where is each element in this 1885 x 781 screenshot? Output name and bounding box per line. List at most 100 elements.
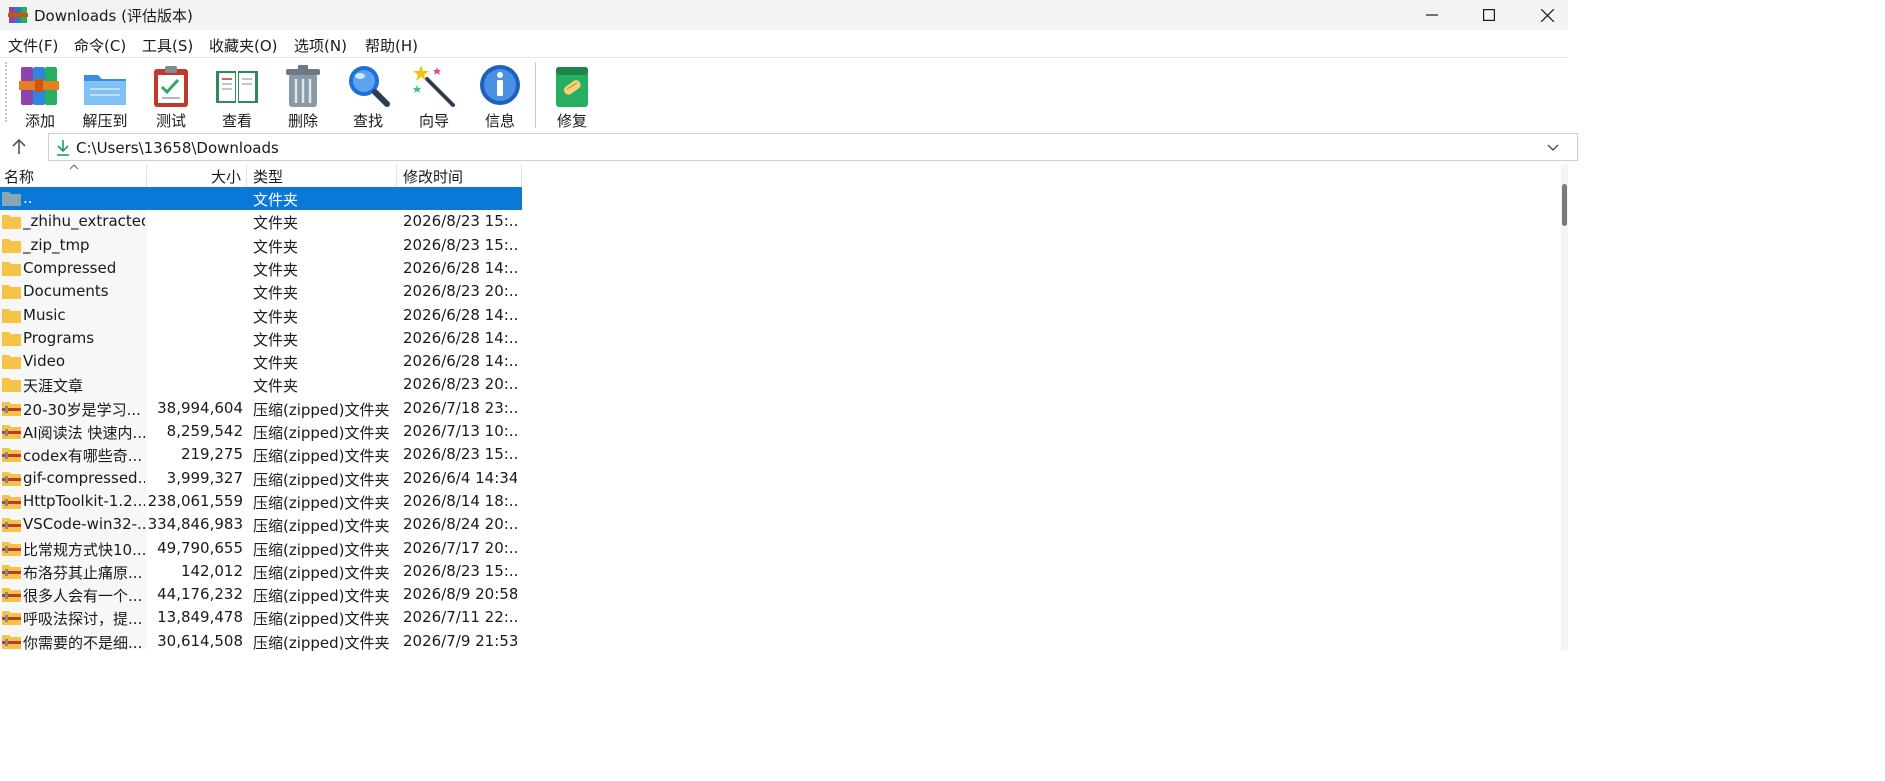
- info-button[interactable]: 信息: [469, 61, 531, 130]
- file-row[interactable]: 比常规方式快10... 49,790,655 压缩(zipped)文件夹 2026/7…: [0, 537, 522, 560]
- file-row[interactable]: Video 文件夹 2026/6/28 14:...: [0, 350, 522, 373]
- file-row[interactable]: 呼吸法探讨，提... 13,849,478 压缩(zipped)文件夹 2026/7/…: [0, 606, 522, 629]
- menu-tools[interactable]: 工具(S): [142, 35, 193, 56]
- test-button[interactable]: 测试: [140, 61, 202, 130]
- file-row[interactable]: AI阅读法 快速内... 8,259,542 压缩(zipped)文件夹 2026/7…: [0, 420, 522, 443]
- file-row[interactable]: codex有哪些奇... 219,275 压缩(zipped)文件夹 2026/8/2…: [0, 443, 522, 466]
- column-header-type[interactable]: 类型: [247, 164, 397, 187]
- vertical-scrollbar[interactable]: [1561, 164, 1568, 650]
- file-type: 压缩(zipped)文件夹: [253, 424, 390, 442]
- file-size: 142,012: [180, 561, 243, 580]
- file-type: 压缩(zipped)文件夹: [253, 400, 390, 419]
- file-row[interactable]: Compressed 文件夹 2026/6/28 14:...: [0, 257, 522, 280]
- zip-folder-icon: [2, 448, 21, 463]
- parent-folder-icon: [2, 192, 21, 206]
- file-row[interactable]: 20-30岁是学习... 38,994,604 压缩(zipped)文件夹 2026/…: [0, 397, 522, 420]
- magnifier-icon: [349, 66, 390, 107]
- file-type: 压缩(zipped)文件夹: [253, 587, 390, 606]
- file-name: 比常规方式快10...: [23, 540, 145, 559]
- address-bar[interactable]: C:\Users\13658\Downloads: [48, 133, 1578, 161]
- winrar-app-icon[interactable]: [8, 5, 28, 25]
- file-row[interactable]: 你需要的不是细... 30,614,508 压缩(zipped)文件夹 2026/7/…: [0, 630, 522, 653]
- minimize-button[interactable]: [1403, 0, 1461, 30]
- file-row[interactable]: .. 文件夹: [0, 187, 522, 211]
- file-type: 文件夹: [253, 307, 299, 326]
- file-modified: 2026/8/23 20:...: [403, 375, 517, 394]
- file-name: 你需要的不是细...: [23, 633, 143, 652]
- file-size: 49,790,655: [157, 538, 243, 557]
- add-button[interactable]: 添加: [9, 61, 71, 130]
- view-button[interactable]: 查看: [206, 61, 268, 130]
- file-name: 天涯文章: [23, 377, 84, 396]
- trash-can-icon: [286, 65, 320, 107]
- view-book-icon: [216, 71, 258, 103]
- delete-button[interactable]: 删除: [272, 61, 334, 130]
- file-modified: 2026/6/28 14:...: [403, 305, 517, 324]
- file-row[interactable]: 天涯文章 文件夹 2026/8/23 20:...: [0, 373, 522, 396]
- file-type: 文件夹: [253, 284, 299, 303]
- column-header-modified[interactable]: 修改时间: [397, 164, 522, 187]
- file-type: 压缩(zipped)文件夹: [253, 610, 390, 629]
- scrollbar-thumb[interactable]: [1562, 184, 1567, 226]
- file-row[interactable]: Programs 文件夹 2026/6/28 14:...: [0, 327, 522, 350]
- delete-label: 删除: [287, 112, 318, 130]
- chevron-down-icon[interactable]: [1547, 142, 1559, 152]
- file-type: 压缩(zipped)文件夹: [253, 447, 390, 466]
- file-list: 名称 大小 类型 修改时间 .. 文件夹 _zhihu_extracted 文件夹 20…: [0, 164, 1568, 653]
- file-name: AI阅读法 快速内...: [23, 424, 145, 442]
- toolbar-grip[interactable]: [5, 62, 7, 122]
- extract-folder-icon: [84, 75, 126, 105]
- file-type: 压缩(zipped)文件夹: [253, 493, 390, 512]
- menu-help[interactable]: 帮助(H): [365, 35, 418, 56]
- zip-folder-icon: [2, 471, 21, 486]
- file-name: codex有哪些奇...: [23, 447, 143, 466]
- folder-icon: [2, 215, 21, 230]
- extract-button[interactable]: 解压到: [74, 61, 136, 130]
- file-row[interactable]: HttpToolkit-1.2... 238,061,559 压缩(zipped)文…: [0, 490, 522, 513]
- file-name: _zhihu_extracted: [23, 212, 145, 231]
- add-label: 添加: [24, 112, 55, 130]
- file-modified: 2026/8/23 15:...: [403, 212, 517, 231]
- zip-folder-icon: [2, 564, 21, 579]
- file-row[interactable]: 布洛芬其止痛原... 142,012 压缩(zipped)文件夹 2026/8/23 …: [0, 560, 522, 583]
- file-type: 文件夹: [253, 330, 299, 349]
- find-button[interactable]: 查找: [337, 61, 399, 130]
- file-row[interactable]: VSCode-win32-... 334,846,983 压缩(zipped)文件夹…: [0, 513, 522, 536]
- magic-wand-icon: [413, 65, 455, 107]
- close-button[interactable]: [1518, 0, 1576, 30]
- menu-file[interactable]: 文件(F): [8, 35, 58, 56]
- info-label: 信息: [484, 112, 515, 130]
- file-name: VSCode-win32-...: [23, 515, 145, 534]
- file-name: gif-compressed...: [23, 468, 145, 487]
- menu-commands[interactable]: 命令(C): [74, 35, 126, 56]
- title-bar: Downloads (评估版本): [0, 0, 1568, 30]
- column-header-size[interactable]: 大小: [147, 164, 247, 187]
- add-archive-icon: [19, 67, 59, 105]
- file-modified: 2026/6/28 14:...: [403, 352, 517, 371]
- file-row[interactable]: _zhihu_extracted 文件夹 2026/8/23 15:...: [0, 210, 522, 233]
- wizard-button[interactable]: 向导: [403, 61, 465, 130]
- file-name: Programs: [23, 328, 95, 347]
- zip-folder-icon: [2, 401, 21, 416]
- file-row[interactable]: Music 文件夹 2026/6/28 14:...: [0, 304, 522, 327]
- file-size: 334,846,983: [147, 515, 243, 534]
- repair-button[interactable]: 修复: [541, 61, 603, 130]
- column-header-name[interactable]: 名称: [0, 164, 147, 187]
- file-row[interactable]: gif-compressed... 3,999,327 压缩(zipped)文件夹 2…: [0, 467, 522, 490]
- file-modified: 2026/7/9 21:53: [403, 631, 517, 650]
- folder-icon: [2, 285, 21, 300]
- file-type: 压缩(zipped)文件夹: [253, 517, 390, 536]
- file-name: ..: [23, 189, 33, 207]
- file-row[interactable]: 很多人会有一个... 44,176,232 压缩(zipped)文件夹 2026/8/…: [0, 583, 522, 606]
- file-modified: 2026/8/9 20:58: [403, 585, 517, 604]
- maximize-button[interactable]: [1460, 0, 1518, 30]
- menu-options[interactable]: 选项(N): [294, 35, 347, 56]
- up-arrow-icon[interactable]: [8, 137, 30, 157]
- menu-favorites[interactable]: 收藏夹(O): [209, 35, 278, 56]
- file-row[interactable]: Documents 文件夹 2026/8/23 20:...: [0, 280, 522, 303]
- file-type: 压缩(zipped)文件夹: [253, 633, 390, 652]
- menu-bar: 文件(F) 命令(C) 工具(S) 收藏夹(O) 选项(N) 帮助(H): [0, 30, 1568, 58]
- column-header-modified-label: 修改时间: [403, 168, 464, 186]
- file-modified: 2026/7/13 10:...: [403, 422, 517, 440]
- file-row[interactable]: _zip_tmp 文件夹 2026/8/23 15:...: [0, 234, 522, 257]
